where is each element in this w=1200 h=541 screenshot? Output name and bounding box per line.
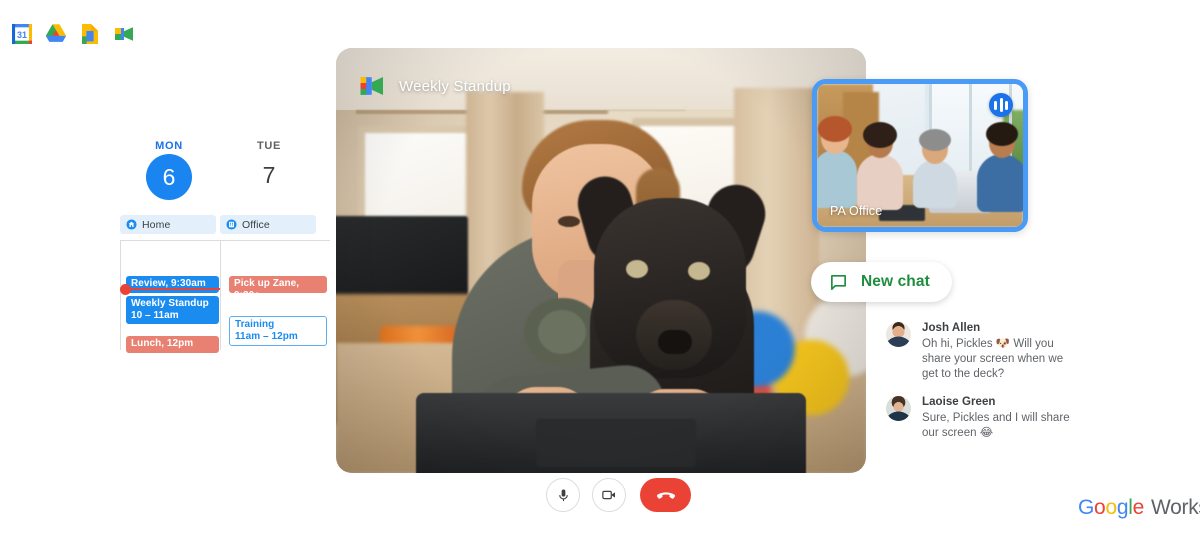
calendar-event-grid: Review, 9:30am Weekly Standup 10 – 11am … — [120, 240, 330, 353]
logo-letter: e — [1132, 496, 1145, 519]
day-number: 7 — [262, 162, 276, 188]
screen: 31 MON 6 TUE 7 Home Office Review, 9:30a… — [0, 0, 1200, 541]
google-meet-window: Weekly Standup — [336, 48, 866, 473]
logo-letter: G — [1078, 496, 1095, 519]
day-of-week-label: TUE — [256, 140, 282, 152]
calendar-day-monday[interactable]: MON 6 — [120, 140, 218, 206]
working-location-label: Office — [242, 218, 270, 231]
current-time-dot — [120, 284, 131, 295]
calendar-panel: MON 6 TUE 7 Home Office Review, 9:30am W… — [120, 140, 330, 380]
grid-divider — [120, 240, 330, 241]
grid-divider — [120, 240, 121, 350]
end-call-button[interactable] — [640, 478, 691, 512]
home-icon — [126, 219, 137, 230]
video-camera-icon — [602, 490, 615, 500]
chat-author-name: Josh Allen — [922, 322, 981, 334]
google-workspace-logo: G o o g l e Workspace — [1078, 496, 1200, 520]
participant-name-label: PA Office — [830, 204, 883, 218]
svg-text:31: 31 — [17, 30, 27, 40]
new-chat-label: New chat — [861, 273, 930, 290]
chat-message-text: Sure, Pickles and I will share our scree… — [922, 412, 1070, 439]
working-location-label: Home — [142, 218, 171, 231]
meeting-title: Weekly Standup — [399, 77, 511, 95]
google-docs-icon[interactable] — [78, 22, 102, 46]
microphone-button[interactable] — [546, 478, 580, 512]
event-title: Pick up Zane, 9:30a — [234, 278, 300, 293]
event-time: 10 – 11am — [131, 310, 179, 321]
working-location-home[interactable]: Home — [120, 215, 216, 234]
google-meet-icon[interactable] — [112, 22, 136, 46]
google-calendar-icon[interactable]: 31 — [10, 22, 34, 46]
grid-divider — [220, 240, 221, 350]
working-location-chips: Home Office — [120, 215, 330, 234]
logo-letter: o — [1105, 496, 1117, 519]
google-meet-icon — [360, 77, 383, 95]
office-building-icon — [226, 219, 237, 230]
day-number-today: 6 — [146, 154, 192, 200]
chat-message: Josh Allen Oh hi, Pickles 🐶 Will you sha… — [886, 322, 1076, 382]
chat-author-name: Laoise Green — [922, 396, 996, 408]
main-video-feed[interactable]: Weekly Standup — [336, 48, 866, 473]
chat-message-text: Oh hi, Pickles 🐶 Will you share your scr… — [922, 338, 1064, 380]
chat-bubble-icon — [831, 274, 846, 290]
event-title: Training — [235, 319, 275, 330]
app-taskbar: 31 — [10, 22, 136, 46]
avatar[interactable] — [886, 322, 911, 347]
event-time: 11am – 12pm — [235, 331, 298, 342]
microphone-icon — [558, 489, 568, 501]
meeting-title-bar: Weekly Standup — [358, 73, 511, 99]
google-drive-icon[interactable] — [44, 22, 68, 46]
event-title: Lunch, 12pm — [131, 338, 194, 349]
hang-up-icon — [656, 492, 675, 499]
day-of-week-label: MON — [155, 140, 183, 152]
participant-tile-pa-office[interactable]: PA Office — [812, 79, 1028, 232]
chat-message-list: Josh Allen Oh hi, Pickles 🐶 Will you sha… — [886, 322, 1076, 455]
camera-button[interactable] — [592, 478, 626, 512]
calendar-day-tuesday[interactable]: TUE 7 — [220, 140, 318, 206]
logo-suffix: Workspace — [1150, 496, 1200, 519]
calendar-event-training[interactable]: Training 11am – 12pm — [229, 316, 327, 346]
calendar-day-headers: MON 6 TUE 7 — [120, 140, 330, 206]
calendar-event-lunch[interactable]: Lunch, 12pm — [126, 336, 219, 353]
event-title: Weekly Standup — [131, 298, 209, 309]
current-time-line — [125, 288, 220, 290]
meet-control-bar — [546, 478, 691, 512]
calendar-event-review[interactable]: Review, 9:30am — [126, 276, 219, 293]
working-location-office[interactable]: Office — [220, 215, 316, 234]
calendar-event-pick-up-zane[interactable]: Pick up Zane, 9:30a — [229, 276, 327, 293]
logo-letter: o — [1094, 496, 1106, 519]
new-chat-button[interactable]: New chat — [811, 262, 952, 302]
logo-letter: g — [1116, 496, 1129, 519]
video-background — [336, 48, 866, 473]
avatar[interactable] — [886, 396, 911, 421]
calendar-event-weekly-standup[interactable]: Weekly Standup 10 – 11am — [126, 296, 219, 324]
chat-message: Laoise Green Sure, Pickles and I will sh… — [886, 396, 1076, 441]
audio-level-icon — [989, 93, 1013, 117]
